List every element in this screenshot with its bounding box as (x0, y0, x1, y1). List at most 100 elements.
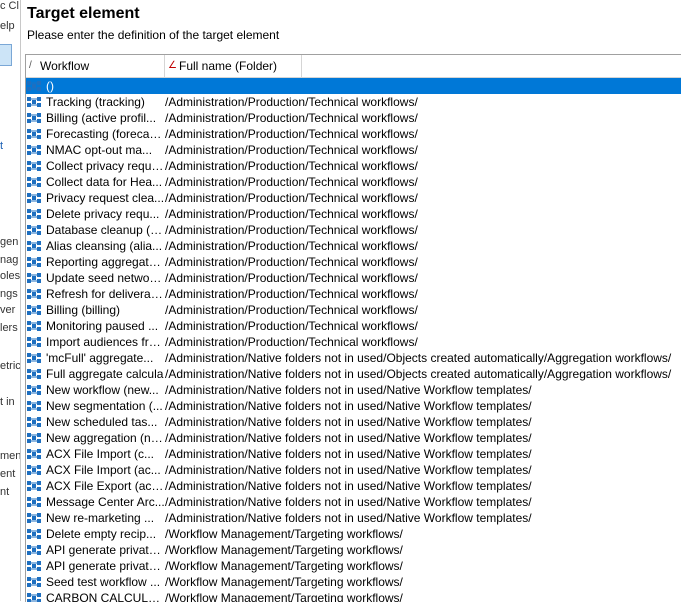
workflow-icon (27, 320, 41, 332)
folder-path-cell: /Administration/Production/Technical wor… (165, 287, 418, 301)
column-header-workflow[interactable]: / Workflow (26, 55, 165, 77)
background-text-fragment: ver (0, 304, 16, 316)
workflow-name-cell: ACX File Import (c... (46, 447, 155, 461)
workflow-name-cell: Database cleanup (cle (46, 223, 165, 237)
background-window: c Cl elp t gen nag oles ngs ver lers etric t in men… (0, 0, 21, 601)
dialog-subtitle: Please enter the definition of the targe… (27, 28, 280, 42)
table-row[interactable]: CARBON CALCULAT.../Workflow Management/T… (26, 590, 681, 602)
workflow-icon (27, 272, 41, 284)
table-row[interactable]: Update seed network.../Administration/Pr… (26, 270, 681, 286)
table-row[interactable]: NMAC opt-out ma... /Administration/Produc… (26, 142, 681, 158)
table-row[interactable]: Forecasting (forecast.../Administration/… (26, 126, 681, 142)
table-row[interactable]: Tracking (tracking) /Administration/Produ… (26, 94, 681, 110)
folder-path-cell: /Administration/Production/Technical wor… (165, 223, 418, 237)
table-row[interactable]: Collect data for Hea.../Administration/P… (26, 174, 681, 190)
workflow-icon (27, 576, 41, 588)
folder-path-cell: /Administration/Native folders not in us… (165, 367, 672, 381)
workflow-icon (27, 544, 41, 556)
workflow-name-cell: API generate private .. (46, 559, 165, 573)
folder-path-cell: /Administration/Production/Technical wor… (165, 143, 418, 157)
table-row[interactable]: New workflow (new... /Administration/Nati… (26, 382, 681, 398)
workflow-name-cell: NMAC opt-out ma... (46, 143, 153, 157)
workflow-icon (27, 432, 41, 444)
background-text-fragment: men (0, 450, 21, 462)
workflow-name-cell: Full aggregate calcula (46, 367, 164, 381)
workflow-icon (27, 352, 41, 364)
table-row[interactable]: 'mcFull' aggregate... /Administration/Nat… (26, 350, 681, 366)
workflow-icon (27, 528, 41, 540)
folder-path-cell: /Administration/Native folders not in us… (165, 351, 672, 365)
workflow-name-cell: Reporting aggregate... (46, 255, 165, 269)
sort-indicator-icon: / (29, 60, 32, 71)
table-row[interactable]: Database cleanup (cle/Administration/Pro… (26, 222, 681, 238)
table-row[interactable]: Billing (billing) /Administration/Product… (26, 302, 681, 318)
workflow-icon (27, 224, 41, 236)
folder-path-cell: /Administration/Production/Technical wor… (165, 159, 418, 173)
table-row[interactable]: Seed test workflow ... /Workflow Manageme… (26, 574, 681, 590)
table-row[interactable]: Refresh for deliverab.../Administration/… (26, 286, 681, 302)
table-row[interactable]: New segmentation (.../Administration/Nat… (26, 398, 681, 414)
table-row[interactable]: New scheduled tas... /Administration/Nati… (26, 414, 681, 430)
workflow-name-cell: CARBON CALCULAT... (46, 591, 165, 602)
workflow-name-cell: Collect privacy reque... (46, 159, 165, 173)
workflow-name-cell: Billing (active profil... (46, 111, 157, 125)
workflow-icon (27, 368, 41, 380)
table-row[interactable]: Reporting aggregate.../Administration/Pr… (26, 254, 681, 270)
table-row[interactable]: New aggregation (ne.../Administration/Na… (26, 430, 681, 446)
table-row[interactable]: ACX File Import (c... /Administration/Nat… (26, 446, 681, 462)
workflow-name-cell: API generate private .. (46, 543, 165, 557)
table-row[interactable]: Full aggregate calcula/Administration/Na… (26, 366, 681, 382)
workflow-icon (27, 336, 41, 348)
workflow-name-cell: New segmentation (... (46, 399, 163, 413)
workflow-name-cell: New re-marketing ... (46, 511, 155, 525)
folder-path-cell: /Administration/Production/Technical wor… (165, 239, 418, 253)
workflow-name-cell: Seed test workflow ... (46, 575, 161, 589)
workflow-name-cell: ACX File Export (acxF... (46, 479, 165, 493)
workflow-icon (27, 400, 41, 412)
workflow-icon (27, 208, 41, 220)
workflow-name-cell: ACX File Import (ac... (46, 463, 161, 477)
table-row[interactable]: Message Center Arc.../Administration/Nat… (26, 494, 681, 510)
table-row[interactable]: Alias cleansing (alia.../Administration/… (26, 238, 681, 254)
table-row[interactable]: Delete empty recip... /Workflow Managemen… (26, 526, 681, 542)
target-element-dialog: Target element Please enter the definiti… (21, 0, 681, 602)
table-row[interactable]: Billing (active profil... /Administration… (26, 110, 681, 126)
workflow-name-cell: Monitoring paused ... (46, 319, 159, 333)
table-row[interactable]: () (26, 78, 681, 94)
folder-path-cell: /Administration/Native folders not in us… (165, 511, 532, 525)
folder-path-cell: /Administration/Native folders not in us… (165, 431, 532, 445)
workflow-name-cell: Message Center Arc... (46, 495, 165, 509)
column-header-label: Full name (Folder) (179, 59, 278, 73)
table-row[interactable]: Delete privacy requ... /Administration/Pr… (26, 206, 681, 222)
folder-path-cell: /Administration/Production/Technical wor… (165, 271, 418, 285)
folder-path-cell: /Administration/Native folders not in us… (165, 383, 532, 397)
workflow-icon (27, 464, 41, 476)
folder-path-cell: /Administration/Native folders not in us… (165, 415, 532, 429)
workflow-icon (27, 384, 41, 396)
background-text-fragment: nt (0, 486, 10, 498)
table-row[interactable]: New re-marketing ... /Administration/Nati… (26, 510, 681, 526)
table-row[interactable]: Import audiences fro.../Administration/P… (26, 334, 681, 350)
workflow-name-cell: New aggregation (ne... (46, 431, 165, 445)
table-row[interactable]: ACX File Import (ac... /Administration/Na… (26, 462, 681, 478)
table-row[interactable]: API generate private ../Workflow Managem… (26, 558, 681, 574)
folder-path-cell: /Administration/Production/Technical wor… (165, 207, 418, 221)
workflow-name-cell: Billing (billing) (46, 303, 121, 317)
folder-path-cell: /Administration/Production/Technical wor… (165, 175, 418, 189)
workflow-list[interactable]: / Workflow ∠ Full name (Folder) () Tracki… (25, 54, 681, 602)
column-header-full-name[interactable]: ∠ Full name (Folder) (165, 55, 302, 77)
folder-path-cell: /Workflow Management/Targeting workflows… (165, 575, 403, 589)
table-row[interactable]: Collect privacy reque.../Administration/… (26, 158, 681, 174)
table-row[interactable]: Monitoring paused ... /Administration/Pro… (26, 318, 681, 334)
table-row[interactable]: ACX File Export (acxF.../Administration/… (26, 478, 681, 494)
workflow-icon (27, 176, 41, 188)
table-row[interactable]: Privacy request clea.../Administration/P… (26, 190, 681, 206)
folder-path-cell: /Administration/Production/Technical wor… (165, 319, 418, 333)
workflow-icon (27, 160, 41, 172)
background-text-fragment: lers (0, 322, 18, 334)
workflow-icon (27, 96, 41, 108)
workflow-name-cell: Delete privacy requ... (46, 207, 160, 221)
table-row[interactable]: API generate private ../Workflow Managem… (26, 542, 681, 558)
folder-path-cell: /Workflow Management/Targeting workflows… (165, 527, 403, 541)
workflow-name-cell: Import audiences fro... (46, 335, 165, 349)
